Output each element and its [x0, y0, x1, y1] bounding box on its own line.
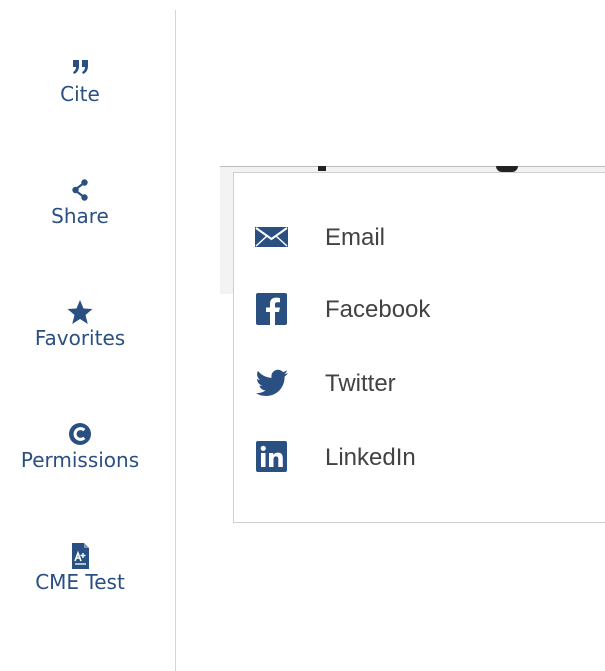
quote-icon — [73, 60, 88, 74]
article-rule — [220, 166, 605, 167]
permissions-label: Permissions — [20, 448, 140, 472]
permissions-button[interactable]: Permissions — [0, 420, 160, 472]
article-tools-sidebar: Cite Share Favorites Permissions CME Tes… — [0, 0, 160, 671]
twitter-icon — [255, 369, 288, 396]
cme-test-button[interactable]: CME Test — [0, 542, 160, 594]
email-icon — [255, 227, 288, 247]
share-button[interactable]: Share — [0, 176, 160, 228]
twitter-label: Twitter — [325, 370, 396, 397]
favorites-label: Favorites — [34, 326, 126, 350]
sidebar-divider — [175, 10, 176, 671]
linkedin-icon — [256, 441, 287, 472]
cite-label: Cite — [60, 82, 100, 106]
linkedin-label: LinkedIn — [325, 444, 416, 471]
share-icon — [72, 179, 88, 201]
facebook-label: Facebook — [325, 296, 431, 323]
facebook-icon — [256, 293, 287, 325]
share-email-option[interactable]: Email — [254, 217, 594, 257]
share-popup-menu: Email Facebook Twitter LinkedIn — [233, 172, 605, 523]
favorites-button[interactable]: Favorites — [0, 298, 160, 350]
cite-button[interactable]: Cite — [0, 54, 160, 106]
share-linkedin-option[interactable]: LinkedIn — [254, 437, 594, 477]
share-facebook-option[interactable]: Facebook — [254, 289, 594, 329]
copyright-icon — [69, 423, 91, 445]
star-icon — [67, 300, 93, 324]
cme-test-icon — [72, 543, 89, 569]
share-twitter-option[interactable]: Twitter — [254, 363, 594, 403]
article-text-fragment — [318, 166, 326, 171]
email-label: Email — [325, 224, 386, 251]
cme-test-label: CME Test — [35, 570, 125, 594]
page: Cite Share Favorites Permissions CME Tes… — [0, 0, 605, 671]
share-label: Share — [51, 204, 109, 228]
